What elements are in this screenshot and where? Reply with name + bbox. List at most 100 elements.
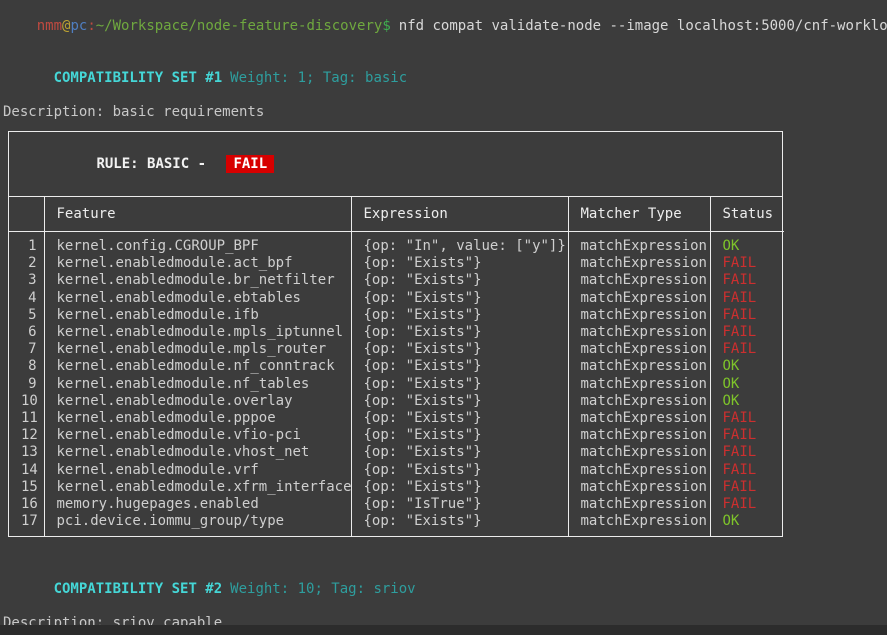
matcher-type-cell: matchExpression: [568, 272, 710, 289]
matcher-type-cell: matchExpression: [568, 232, 710, 256]
feature-table: FeatureExpressionMatcher TypeStatus 1ker…: [9, 197, 784, 536]
expression-cell: {op: "Exists"}: [351, 513, 568, 536]
matcher-type-cell: matchExpression: [568, 290, 710, 307]
table-row: 11kernel.enabledmodule.pppoe{op: "Exists…: [9, 410, 784, 427]
feature-cell: kernel.enabledmodule.mpls_iptunnel: [44, 324, 351, 341]
expression-cell: {op: "Exists"}: [351, 444, 568, 461]
row-number: 17: [9, 513, 44, 536]
expression-cell: {op: "IsTrue"}: [351, 496, 568, 513]
row-number: 8: [9, 358, 44, 375]
row-number: 13: [9, 444, 44, 461]
rule-table-basic: RULE: BASIC - FAIL FeatureExpressionMatc…: [8, 131, 783, 537]
status-cell: FAIL: [710, 479, 784, 496]
status-cell: FAIL: [710, 272, 784, 289]
column-header: [9, 197, 44, 232]
table-row: 2kernel.enabledmodule.act_bpf{op: "Exist…: [9, 255, 784, 272]
feature-cell: kernel.enabledmodule.mpls_router: [44, 341, 351, 358]
row-number: 7: [9, 341, 44, 358]
status-cell: FAIL: [710, 290, 784, 307]
column-header: Status: [710, 197, 784, 232]
set-meta: Weight: 1; Tag: basic: [230, 70, 407, 86]
rule-label: RULE: BASIC -: [96, 156, 214, 172]
command-text: nfd compat validate-node --image localho…: [399, 18, 887, 34]
matcher-type-cell: matchExpression: [568, 496, 710, 513]
feature-cell: kernel.enabledmodule.vfio-pci: [44, 427, 351, 444]
table-row: 17pci.device.iommu_group/type{op: "Exist…: [9, 513, 784, 536]
table-header-row: FeatureExpressionMatcher TypeStatus: [9, 197, 784, 232]
matcher-type-cell: matchExpression: [568, 410, 710, 427]
expression-cell: {op: "Exists"}: [351, 255, 568, 272]
matcher-type-cell: matchExpression: [568, 462, 710, 479]
set-description: Description: basic requirements: [0, 104, 887, 121]
feature-cell: kernel.enabledmodule.xfrm_interface: [44, 479, 351, 496]
set-title: COMPATIBILITY SET #1: [54, 70, 223, 86]
status-cell: FAIL: [710, 341, 784, 358]
row-number: 12: [9, 427, 44, 444]
feature-cell: kernel.config.CGROUP_BPF: [44, 232, 351, 256]
feature-cell: kernel.enabledmodule.overlay: [44, 393, 351, 410]
table-row: 6kernel.enabledmodule.mpls_iptunnel{op: …: [9, 324, 784, 341]
expression-cell: {op: "In", value: ["y"]}: [351, 232, 568, 256]
matcher-type-cell: matchExpression: [568, 324, 710, 341]
table-row: 16memory.hugepages.enabled{op: "IsTrue"}…: [9, 496, 784, 513]
expression-cell: {op: "Exists"}: [351, 290, 568, 307]
table-row: 8kernel.enabledmodule.nf_conntrack{op: "…: [9, 358, 784, 375]
expression-cell: {op: "Exists"}: [351, 307, 568, 324]
column-header: Expression: [351, 197, 568, 232]
prompt-user: nmm: [37, 18, 62, 34]
matcher-type-cell: matchExpression: [568, 444, 710, 461]
status-cell: OK: [710, 232, 784, 256]
status-cell: OK: [710, 393, 784, 410]
table-row: 15kernel.enabledmodule.xfrm_interface{op…: [9, 479, 784, 496]
feature-cell: kernel.enabledmodule.pppoe: [44, 410, 351, 427]
feature-cell: memory.hugepages.enabled: [44, 496, 351, 513]
status-cell: FAIL: [710, 324, 784, 341]
row-number: 1: [9, 232, 44, 256]
expression-cell: {op: "Exists"}: [351, 479, 568, 496]
status-cell: OK: [710, 513, 784, 536]
matcher-type-cell: matchExpression: [568, 479, 710, 496]
row-number: 14: [9, 462, 44, 479]
row-number: 11: [9, 410, 44, 427]
status-cell: FAIL: [710, 255, 784, 272]
row-number: 2: [9, 255, 44, 272]
feature-cell: kernel.enabledmodule.act_bpf: [44, 255, 351, 272]
matcher-type-cell: matchExpression: [568, 358, 710, 375]
expression-cell: {op: "Exists"}: [351, 410, 568, 427]
table-row: 14kernel.enabledmodule.vrf{op: "Exists"}…: [9, 462, 784, 479]
feature-cell: kernel.enabledmodule.nf_conntrack: [44, 358, 351, 375]
status-cell: FAIL: [710, 427, 784, 444]
column-header: Matcher Type: [568, 197, 710, 232]
status-cell: OK: [710, 376, 784, 393]
row-number: 4: [9, 290, 44, 307]
table-row: 7kernel.enabledmodule.mpls_router{op: "E…: [9, 341, 784, 358]
table-row: 12kernel.enabledmodule.vfio-pci{op: "Exi…: [9, 427, 784, 444]
table-body: 1kernel.config.CGROUP_BPF{op: "In", valu…: [9, 232, 784, 537]
row-number: 9: [9, 376, 44, 393]
row-number: 5: [9, 307, 44, 324]
matcher-type-cell: matchExpression: [568, 307, 710, 324]
row-number: 16: [9, 496, 44, 513]
command-line: nmm@pc:~/Workspace/node-feature-discover…: [0, 0, 887, 52]
status-cell: FAIL: [710, 307, 784, 324]
table-row: 9kernel.enabledmodule.nf_tables{op: "Exi…: [9, 376, 784, 393]
table-row: 4kernel.enabledmodule.ebtables{op: "Exis…: [9, 290, 784, 307]
row-number: 10: [9, 393, 44, 410]
prompt-colon: :: [87, 18, 95, 34]
row-number: 6: [9, 324, 44, 341]
expression-cell: {op: "Exists"}: [351, 341, 568, 358]
feature-cell: kernel.enabledmodule.nf_tables: [44, 376, 351, 393]
matcher-type-cell: matchExpression: [568, 341, 710, 358]
expression-cell: {op: "Exists"}: [351, 393, 568, 410]
matcher-type-cell: matchExpression: [568, 427, 710, 444]
terminal-bottom-edge: [0, 625, 887, 635]
expression-cell: {op: "Exists"}: [351, 358, 568, 375]
set-heading: COMPATIBILITY SET #1 Weight: 1; Tag: basi…: [0, 53, 887, 104]
status-cell: FAIL: [710, 444, 784, 461]
compatibility-set-1: COMPATIBILITY SET #1 Weight: 1; Tag: basi…: [0, 53, 887, 537]
prompt-dollar: $: [382, 18, 390, 34]
row-number: 15: [9, 479, 44, 496]
expression-cell: {op: "Exists"}: [351, 462, 568, 479]
feature-cell: pci.device.iommu_group/type: [44, 513, 351, 536]
feature-cell: kernel.enabledmodule.ebtables: [44, 290, 351, 307]
